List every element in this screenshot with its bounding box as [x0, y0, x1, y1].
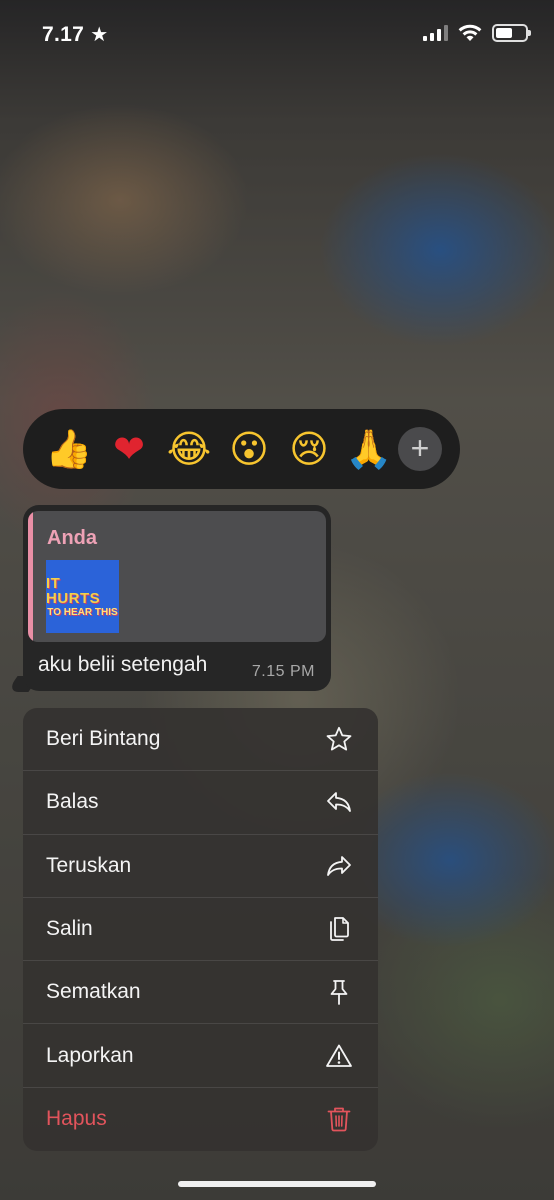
- quoted-message[interactable]: Anda IT HURTS TO HEAR THIS: [28, 511, 326, 642]
- pin-icon: [325, 978, 353, 1006]
- wifi-icon: [458, 24, 482, 41]
- more-reactions-button[interactable]: +: [398, 427, 442, 471]
- sticker-text-line1: IT HURTS: [46, 574, 101, 607]
- status-bar: 7.17 ★: [0, 0, 554, 70]
- menu-item-label: Teruskan: [46, 853, 132, 877]
- reaction-bar: 👍 ❤ 😂 😮 😢 🙏 +: [23, 409, 460, 489]
- menu-item-report[interactable]: Laporkan: [23, 1024, 378, 1088]
- tears-of-joy-reaction[interactable]: 😂: [159, 429, 219, 469]
- message-timestamp: 7.15 PM: [251, 663, 315, 680]
- sticker-text-line2: TO HEAR THIS: [47, 606, 118, 618]
- menu-item-forward[interactable]: Teruskan: [23, 835, 378, 898]
- quote-sticker-thumbnail: IT HURTS TO HEAR THIS: [46, 560, 119, 633]
- menu-item-reply[interactable]: Balas: [23, 771, 378, 835]
- forward-icon: [325, 852, 353, 880]
- star-icon: [325, 725, 353, 753]
- heart-reaction[interactable]: ❤: [99, 429, 159, 469]
- home-indicator[interactable]: [178, 1181, 376, 1187]
- menu-item-label: Hapus: [46, 1107, 107, 1131]
- menu-item-label: Sematkan: [46, 980, 141, 1004]
- message-text: aku belii setengah: [38, 653, 208, 676]
- menu-item-copy[interactable]: Salin: [23, 898, 378, 962]
- warning-icon: [325, 1042, 353, 1070]
- crying-reaction[interactable]: 😢: [279, 429, 339, 469]
- star-status-icon: ★: [90, 22, 109, 46]
- menu-item-label: Laporkan: [46, 1043, 134, 1067]
- clock-text: 7.17: [42, 23, 85, 46]
- status-icons: [423, 24, 531, 42]
- message-bubble[interactable]: Anda IT HURTS TO HEAR THIS aku belii set…: [23, 505, 331, 691]
- menu-item-star[interactable]: Beri Bintang: [23, 708, 378, 772]
- thumbs-up-reaction[interactable]: 👍: [39, 429, 99, 469]
- trash-icon: [325, 1105, 353, 1133]
- quote-author: Anda: [47, 527, 97, 549]
- menu-item-label: Salin: [46, 917, 93, 941]
- surprised-reaction[interactable]: 😮: [219, 429, 279, 469]
- menu-item-pin[interactable]: Sematkan: [23, 961, 378, 1025]
- copy-icon: [325, 915, 353, 943]
- reply-icon: [325, 788, 353, 816]
- quote-accent-bar: [28, 511, 33, 642]
- menu-item-label: Balas: [46, 790, 99, 814]
- status-time: 7.17 ★: [42, 22, 108, 47]
- menu-item-delete[interactable]: Hapus: [23, 1088, 378, 1151]
- battery-icon: [492, 24, 531, 42]
- menu-item-label: Beri Bintang: [46, 727, 161, 751]
- cellular-signal-icon: [423, 25, 448, 41]
- context-menu: Beri Bintang Balas Teruskan Salin Sematk…: [23, 708, 378, 1151]
- folded-hands-reaction[interactable]: 🙏: [339, 429, 399, 469]
